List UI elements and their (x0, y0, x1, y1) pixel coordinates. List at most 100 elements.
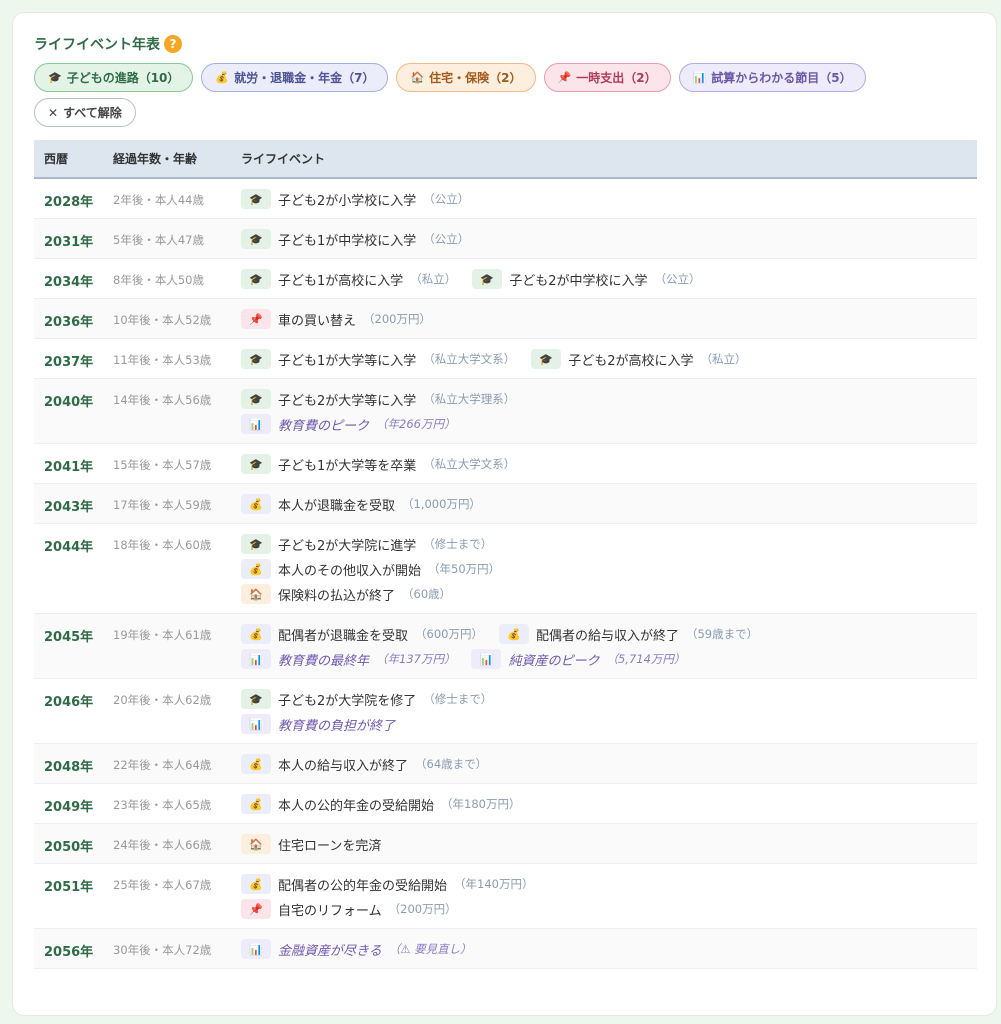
age-cell: 22年後・本人64歳 (113, 758, 212, 772)
help-icon[interactable]: ? (164, 35, 182, 53)
event-item-edu: 🎓 子ども1が高校に入学 （私立） (241, 269, 456, 289)
event-cell: 💰 本人が退職金を受取 （1,000万円） (241, 484, 977, 523)
event-note: （公立） (654, 272, 701, 286)
event-line: 📊 教育費の負担が終了 (241, 713, 977, 735)
event-item-house: 🏠 保険料の払込が終了 （60歳） (241, 584, 451, 604)
event-item-calc: 📊 教育費のピーク （年266万円） (241, 414, 455, 434)
event-line: 🎓 子ども2が小学校に入学 （公立） (241, 188, 977, 210)
age-cell: 17年後・本人59歳 (113, 498, 212, 512)
work-icon: 💰 (241, 794, 271, 814)
event-note: （200万円） (363, 312, 431, 326)
event-item-edu: 🎓 子ども1が中学校に入学 （公立） (241, 229, 469, 249)
table-row: 2037年 11年後・本人53歳 🎓 子ども1が大学等に入学 （私立大学文系） 🎓 子ども2… (34, 339, 977, 379)
event-note: （公立） (423, 192, 470, 206)
year-cell: 2051年 (44, 880, 94, 895)
event-note: （修士まで） (423, 692, 493, 706)
event-note: （1,000万円） (402, 497, 481, 511)
event-text: 子ども1が中学校に入学 (278, 233, 417, 249)
event-note: （5,714万円） (606, 652, 686, 666)
year-cell: 2028年 (44, 195, 94, 210)
calc-icon: 📊 (241, 649, 271, 669)
temp-icon: 📌 (557, 71, 572, 84)
event-note: （年180万円） (441, 797, 521, 811)
event-line: 💰 本人のその他収入が開始 （年50万円） (241, 558, 977, 580)
year-cell: 2043年 (44, 500, 94, 515)
event-cell: 🏠 住宅ローンを完済 (241, 824, 977, 863)
age-cell: 30年後・本人72歳 (113, 943, 212, 957)
event-line: 🎓 子ども1が中学校に入学 （公立） (241, 228, 977, 250)
event-item-calc: 📊 教育費の最終年 （年137万円） (241, 649, 455, 669)
event-item-house: 🏠 住宅ローンを完済 (241, 834, 381, 854)
event-line: 📊 教育費の最終年 （年137万円） 📊 純資産のピーク （5,714万円） (241, 648, 977, 670)
filter-chip-calc[interactable]: 📊 試算からわかる節目（5） (678, 63, 866, 92)
event-text: 子ども2が大学等に入学 (278, 393, 417, 409)
calc-icon: 📊 (241, 414, 271, 434)
event-note: （私立大学文系） (423, 352, 516, 366)
event-line: 💰 本人の給与収入が終了 （64歳まで） (241, 753, 977, 775)
event-line: 📊 金融資産が尽きる （⚠ 要見直し） (241, 938, 977, 960)
work-icon: 💰 (215, 71, 230, 84)
edu-icon: 🎓 (241, 454, 271, 474)
age-cell: 25年後・本人67歳 (113, 878, 212, 892)
calc-icon: 📊 (241, 714, 271, 734)
header-age: 経過年数・年齢 (113, 152, 198, 166)
event-text: 子ども1が大学等を卒業 (278, 458, 417, 474)
filter-chip-temp[interactable]: 📌 一時支出（2） (543, 63, 671, 92)
edu-icon: 🎓 (241, 229, 271, 249)
edu-icon: 🎓 (241, 349, 271, 369)
work-icon: 💰 (241, 559, 271, 579)
table-row: 2031年 5年後・本人47歳 🎓 子ども1が中学校に入学 （公立） (34, 219, 977, 259)
event-text: 金融資産が尽きる (278, 943, 382, 959)
event-note: （59歳まで） (685, 627, 759, 641)
work-icon: 💰 (241, 494, 271, 514)
filter-chip-edu[interactable]: 🎓 子どもの進路（10） (34, 63, 194, 92)
year-cell: 2036年 (44, 315, 94, 330)
event-text: 純資産のピーク (508, 653, 600, 669)
clear-all-button[interactable]: ✕ すべて解除 (34, 98, 136, 127)
year-cell: 2031年 (44, 235, 94, 250)
event-note: （私立） (410, 272, 457, 286)
event-item-calc: 📊 金融資産が尽きる （⚠ 要見直し） (241, 939, 472, 959)
event-item-calc: 📊 純資産のピーク （5,714万円） (471, 649, 685, 669)
calc-icon: 📊 (692, 71, 707, 84)
event-text: 教育費の最終年 (278, 653, 370, 669)
edu-icon: 🎓 (241, 269, 271, 289)
table-body: 2028年 2年後・本人44歳 🎓 子ども2が小学校に入学 （公立） 2031年 5年後・本… (34, 179, 977, 969)
event-item-edu: 🎓 子ども2が大学等に入学 （私立大学理系） (241, 389, 515, 409)
event-item-edu: 🎓 子ども2が中学校に入学 （公立） (472, 269, 701, 289)
event-text: 子ども1が大学等に入学 (278, 353, 417, 369)
event-line: 🎓 子ども1が高校に入学 （私立） 🎓 子ども2が中学校に入学 （公立） (241, 268, 977, 290)
event-item-work: 💰 本人の公的年金の受給開始 （年180万円） (241, 794, 520, 814)
event-note: （年266万円） (376, 417, 456, 431)
title-row: ライフイベント年表 ? (34, 34, 182, 54)
age-cell: 18年後・本人60歳 (113, 538, 212, 552)
year-cell: 2034年 (44, 275, 94, 290)
event-note: （年140万円） (454, 877, 534, 891)
event-item-edu: 🎓 子ども2が小学校に入学 （公立） (241, 189, 469, 209)
event-text: 子ども1が高校に入学 (278, 273, 404, 289)
table-row: 2040年 14年後・本人56歳 🎓 子ども2が大学等に入学 （私立大学理系） 📊 教育費の… (34, 379, 977, 444)
edu-icon: 🎓 (241, 534, 271, 554)
table-row: 2043年 17年後・本人59歳 💰 本人が退職金を受取 （1,000万円） (34, 484, 977, 524)
age-cell: 8年後・本人50歳 (113, 273, 204, 287)
table-row: 2041年 15年後・本人57歳 🎓 子ども1が大学等を卒業 （私立大学文系） (34, 444, 977, 484)
event-note: （私立） (700, 352, 747, 366)
filter-chip-house[interactable]: 🏠 住宅・保険（2） (396, 63, 536, 92)
year-cell: 2046年 (44, 695, 94, 710)
event-line: 🏠 住宅ローンを完済 (241, 833, 977, 855)
event-item-work: 💰 配偶者が退職金を受取 （600万円） (241, 624, 483, 644)
event-line: 🏠 保険料の払込が終了 （60歳） (241, 583, 977, 605)
event-item-work: 💰 本人の給与収入が終了 （64歳まで） (241, 754, 487, 774)
year-cell: 2041年 (44, 460, 94, 475)
event-cell: 💰 配偶者が退職金を受取 （600万円） 💰 配偶者の給与収入が終了 （59歳まで） 📊 教育… (241, 614, 977, 678)
table-row: 2045年 19年後・本人61歳 💰 配偶者が退職金を受取 （600万円） 💰 配偶者の給与… (34, 614, 977, 679)
year-cell: 2044年 (44, 540, 94, 555)
filter-chip-label: 就労・退職金・年金（7） (234, 71, 375, 85)
event-cell: 🎓 子ども2が大学等に入学 （私立大学理系） 📊 教育費のピーク （年266万円） (241, 379, 977, 443)
timeline-table: 西暦 経過年数・年齢 ライフイベント 2028年 2年後・本人44歳 🎓 子ども2が小… (34, 140, 977, 969)
filter-chip-label: 試算からわかる節目（5） (711, 71, 852, 85)
event-item-temp: 📌 車の買い替え （200万円） (241, 309, 431, 329)
filter-chip-work[interactable]: 💰 就労・退職金・年金（7） (201, 63, 389, 92)
event-text: 子ども2が中学校に入学 (509, 273, 648, 289)
event-note: （60歳） (402, 587, 452, 601)
